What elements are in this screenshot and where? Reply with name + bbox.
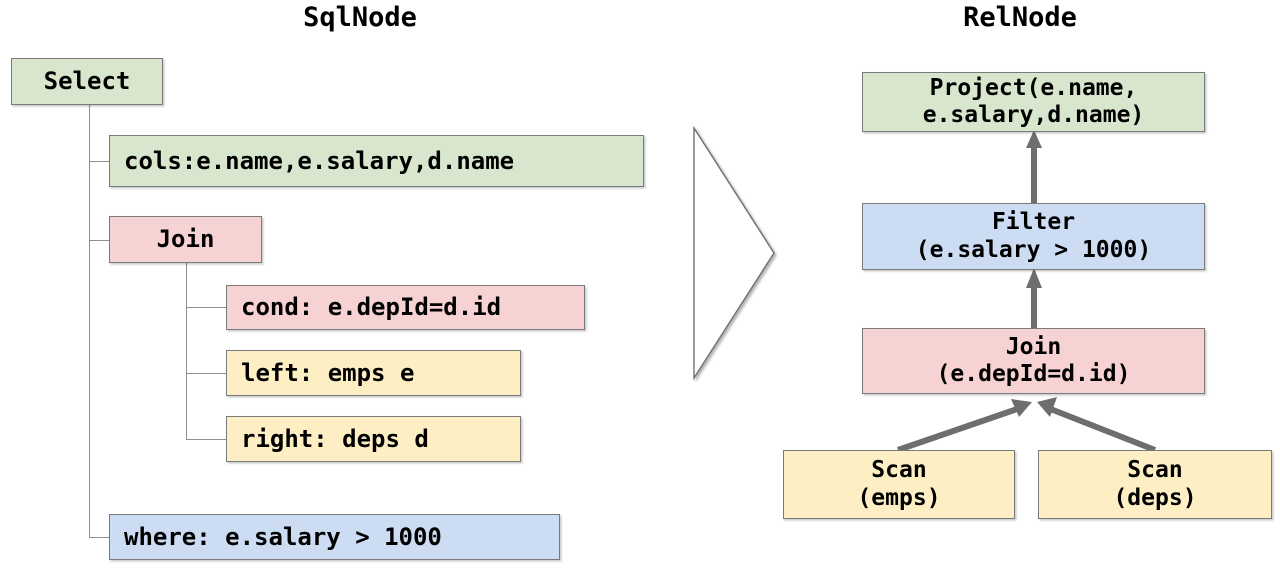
tree-stub-join bbox=[89, 240, 110, 241]
arrow-scanemps-to-join bbox=[897, 399, 1032, 453]
rel-node-join-line2: (e.depId=d.id) bbox=[936, 361, 1131, 387]
rel-node-join-line1: Join bbox=[1005, 333, 1062, 360]
sql-node-join-cond-label: cond: e.depId=d.id bbox=[241, 293, 502, 322]
sql-node-cols[interactable]: cols:e.name,e.salary,d.name bbox=[109, 135, 644, 187]
sql-node-join-label: Join bbox=[156, 225, 215, 254]
rel-node-filter-line1: Filter bbox=[991, 209, 1076, 236]
rel-node-project-line2: e.salary,d.name) bbox=[922, 102, 1145, 128]
tree-stub-left bbox=[186, 373, 227, 374]
rel-node-filter-line2: (e.salary > 1000) bbox=[915, 236, 1152, 263]
sql-node-join-left-label: left: emps e bbox=[241, 358, 415, 387]
tree-stub-right bbox=[186, 439, 227, 440]
rel-node-scan-emps-line1: Scan bbox=[871, 457, 927, 484]
right-arrow-icon bbox=[693, 125, 775, 381]
panel-title-sqlnode: SqlNode bbox=[303, 2, 417, 33]
sql-node-join-left[interactable]: left: emps e bbox=[226, 350, 521, 396]
rel-node-project[interactable]: Project(e.name, e.salary,d.name) bbox=[862, 72, 1205, 132]
rel-node-join[interactable]: Join (e.depId=d.id) bbox=[862, 328, 1205, 394]
arrow-filter-to-project bbox=[1026, 130, 1042, 203]
sql-node-select-label: Select bbox=[43, 67, 131, 96]
rel-node-scan-deps[interactable]: Scan (deps) bbox=[1038, 450, 1272, 519]
tree-stub-where bbox=[89, 537, 110, 538]
diagram-canvas: SqlNode RelNode Select cols:e.name,e.sal… bbox=[0, 0, 1280, 571]
tree-trunk-main bbox=[89, 105, 90, 537]
sql-node-join[interactable]: Join bbox=[109, 216, 262, 263]
tree-stub-cols bbox=[89, 161, 110, 162]
sql-node-where-label: where: e.salary > 1000 bbox=[124, 522, 442, 551]
sql-node-cols-label: cols:e.name,e.salary,d.name bbox=[124, 146, 515, 175]
sql-node-select[interactable]: Select bbox=[11, 58, 163, 105]
arrow-join-to-filter bbox=[1026, 268, 1042, 328]
rel-node-project-line1: Project(e.name, bbox=[929, 74, 1138, 101]
panel-title-relnode: RelNode bbox=[963, 2, 1077, 33]
rel-node-scan-emps[interactable]: Scan (emps) bbox=[783, 450, 1015, 519]
arrow-scandeps-to-join bbox=[1037, 397, 1157, 453]
rel-node-filter[interactable]: Filter (e.salary > 1000) bbox=[862, 203, 1205, 270]
tree-stub-cond bbox=[186, 307, 227, 308]
tree-trunk-join bbox=[186, 263, 187, 440]
sql-node-join-cond[interactable]: cond: e.depId=d.id bbox=[226, 285, 585, 330]
sql-node-where[interactable]: where: e.salary > 1000 bbox=[109, 514, 560, 560]
rel-node-scan-deps-line1: Scan bbox=[1127, 457, 1183, 484]
rel-node-scan-deps-line2: (deps) bbox=[1113, 484, 1197, 511]
rel-node-scan-emps-line2: (emps) bbox=[857, 484, 941, 511]
sql-node-join-right[interactable]: right: deps d bbox=[226, 416, 521, 462]
sql-node-join-right-label: right: deps d bbox=[241, 424, 429, 453]
